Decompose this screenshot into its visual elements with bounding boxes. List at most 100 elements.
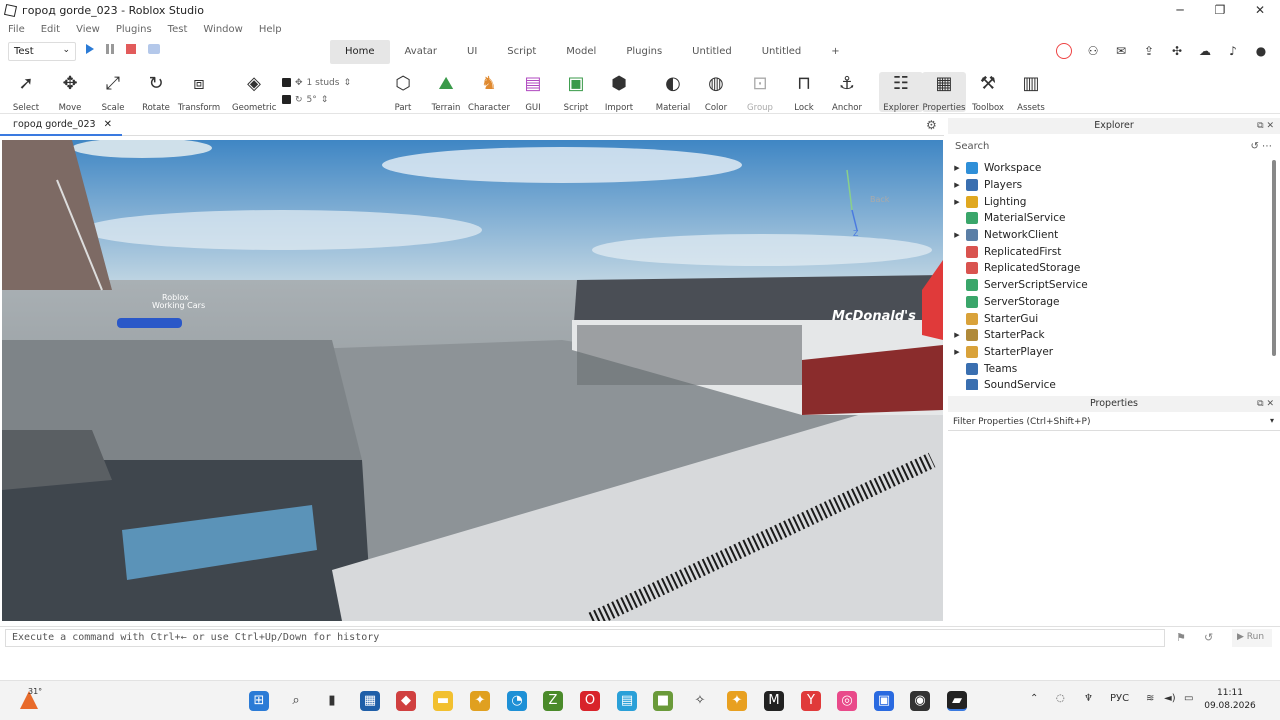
command-input[interactable]: Execute a command with Ctrl+← or use Ctr… (5, 629, 1165, 647)
geometric-dropdown[interactable]: ◈ Geometric (232, 72, 276, 113)
volume-icon[interactable]: ◄) (1164, 693, 1176, 704)
tab-plugins[interactable]: Plugins (611, 40, 677, 64)
chat-icon[interactable]: ✉ (1114, 44, 1128, 58)
tab-untitled-1[interactable]: Untitled (677, 40, 747, 64)
explorer-item[interactable]: StarterGui (948, 310, 1270, 327)
app-icon[interactable]: ◉ (910, 691, 930, 711)
explorer-item[interactable]: ServerScriptService (948, 277, 1270, 294)
menu-help[interactable]: Help (259, 24, 282, 35)
app-icon[interactable]: ✧ (690, 691, 710, 711)
anchor-button[interactable]: ⚓ Anchor (825, 72, 869, 113)
tab-home[interactable]: Home (330, 40, 390, 64)
wifi-icon[interactable]: ≋ (1146, 693, 1154, 704)
properties-filter[interactable]: Filter Properties (Ctrl+Shift+P) ▾ (948, 414, 1280, 431)
menu-window[interactable]: Window (203, 24, 242, 35)
pause-button[interactable] (106, 44, 114, 54)
app-icon[interactable]: Z (543, 691, 563, 711)
3d-viewport[interactable]: Roblox Working Cars McDonald's Back Z (2, 140, 943, 621)
chevron-up-icon[interactable]: ⌃ (1030, 693, 1038, 704)
select-tool[interactable]: ➚ Select (4, 72, 48, 113)
network-icon[interactable]: ◌ (1056, 693, 1065, 704)
search-icon[interactable]: ⌕ (286, 691, 306, 711)
gui-button[interactable]: ▤ GUI (511, 72, 555, 113)
explorer-item[interactable]: ▶ Workspace (948, 160, 1270, 177)
scale-tool[interactable]: ⤢ Scale (91, 72, 135, 113)
toolbox-button[interactable]: ⚒ Toolbox (966, 72, 1010, 113)
bookmark-icon[interactable]: ⚑ (1176, 631, 1186, 644)
app-icon[interactable]: ◆ (396, 691, 416, 711)
rotate-snap[interactable]: ↻ 5° ⇕ (282, 91, 351, 108)
play-button[interactable] (86, 44, 94, 54)
panel-controls[interactable]: ⧉ ✕ (1257, 396, 1274, 412)
menu-file[interactable]: File (8, 24, 25, 35)
explorer-item[interactable]: ▶ Players (948, 177, 1270, 194)
explorer-item[interactable]: ▶ Lighting (948, 193, 1270, 210)
calculator-icon[interactable]: ▦ (360, 691, 380, 711)
expand-arrow-icon[interactable]: ▶ (948, 198, 966, 206)
color-button[interactable]: ◍ Color (694, 72, 738, 113)
file-explorer-icon[interactable]: ▬ (433, 691, 453, 711)
explorer-search[interactable]: Search ↺ ⋯ (948, 138, 1280, 158)
explorer-item[interactable]: ReplicatedFirst (948, 243, 1270, 260)
record-status-icon[interactable] (1056, 43, 1072, 59)
start-icon[interactable]: ⊞ (249, 691, 269, 711)
clock[interactable]: 11:11 09.08.2026 (1200, 687, 1260, 713)
notification-icon[interactable]: ♪ (1226, 44, 1240, 58)
run-button[interactable]: ▶ Run (1232, 629, 1272, 647)
rotate-tool[interactable]: ↻ Rotate (134, 72, 178, 113)
explorer-item[interactable]: MaterialService (948, 210, 1270, 227)
explorer-item[interactable]: ▶ StarterPack (948, 327, 1270, 344)
task-view-icon[interactable]: ▮ (322, 691, 342, 711)
studs-snap[interactable]: ✥ 1 studs ⇕ (282, 74, 351, 91)
tab-script[interactable]: Script (492, 40, 551, 64)
tab-avatar[interactable]: Avatar (390, 40, 452, 64)
minecraft-icon[interactable]: ■ (653, 691, 673, 711)
history-icon[interactable]: ↺ ⋯ (1250, 141, 1272, 152)
menu-test[interactable]: Test (168, 24, 188, 35)
transform-tool[interactable]: ⧈ Transform (177, 72, 221, 113)
minimize-button[interactable]: ─ (1160, 0, 1200, 20)
battery-icon[interactable]: ▭ (1184, 693, 1193, 704)
opera-icon[interactable]: O (580, 691, 600, 711)
menu-plugins[interactable]: Plugins (116, 24, 152, 35)
terrain-button[interactable]: ⛰ Terrain (424, 72, 468, 113)
app-icon[interactable]: ✦ (727, 691, 747, 711)
collaborate-icon[interactable]: ✣ (1170, 44, 1184, 58)
edge-icon[interactable]: ◔ (507, 691, 527, 711)
tab-untitled-2[interactable]: Untitled (747, 40, 817, 64)
expand-arrow-icon[interactable]: ▶ (948, 231, 966, 239)
lock-button[interactable]: ⊓ Lock (782, 72, 826, 113)
explorer-item[interactable]: ReplicatedStorage (948, 260, 1270, 277)
expand-arrow-icon[interactable]: ▶ (948, 164, 966, 172)
chevron-down-icon[interactable]: ▾ (1270, 416, 1274, 425)
explorer-item[interactable]: ▶ NetworkClient (948, 227, 1270, 244)
language-indicator[interactable]: РУС (1110, 693, 1129, 704)
explorer-scrollbar[interactable] (1272, 160, 1276, 356)
explorer-item[interactable]: ▶ StarterPlayer (948, 344, 1270, 361)
explorer-item[interactable]: SoundService (948, 377, 1270, 390)
app-icon[interactable]: ▤ (617, 691, 637, 711)
app-icon[interactable]: M (764, 691, 784, 711)
explorer-item[interactable]: Teams (948, 360, 1270, 377)
menu-edit[interactable]: Edit (41, 24, 60, 35)
panel-controls[interactable]: ⧉ ✕ (1257, 118, 1274, 134)
history-icon[interactable]: ↺ (1204, 631, 1213, 644)
expand-arrow-icon[interactable]: ▶ (948, 181, 966, 189)
app-icon[interactable]: ✦ (470, 691, 490, 711)
move-tool[interactable]: ✥ Move (48, 72, 92, 113)
share-icon[interactable]: ⇪ (1142, 44, 1156, 58)
stop-button[interactable] (126, 44, 136, 54)
material-button[interactable]: ◐ Material (651, 72, 695, 113)
close-icon[interactable]: ✕ (104, 119, 112, 130)
add-tab-button[interactable]: + (816, 40, 854, 64)
explorer-button[interactable]: ☷ Explorer (879, 72, 923, 113)
gear-icon[interactable]: ⚙ (926, 118, 937, 132)
assets-button[interactable]: ▥ Assets (1009, 72, 1053, 113)
record-button[interactable] (148, 44, 160, 54)
explorer-item[interactable]: ServerStorage (948, 294, 1270, 311)
group-button[interactable]: ⊡ Group (738, 72, 782, 113)
app-icon[interactable]: ◎ (837, 691, 857, 711)
script-button[interactable]: ▣ Script (554, 72, 598, 113)
expand-arrow-icon[interactable]: ▶ (948, 348, 966, 356)
test-mode-select[interactable]: Test ⌄ (8, 42, 76, 61)
